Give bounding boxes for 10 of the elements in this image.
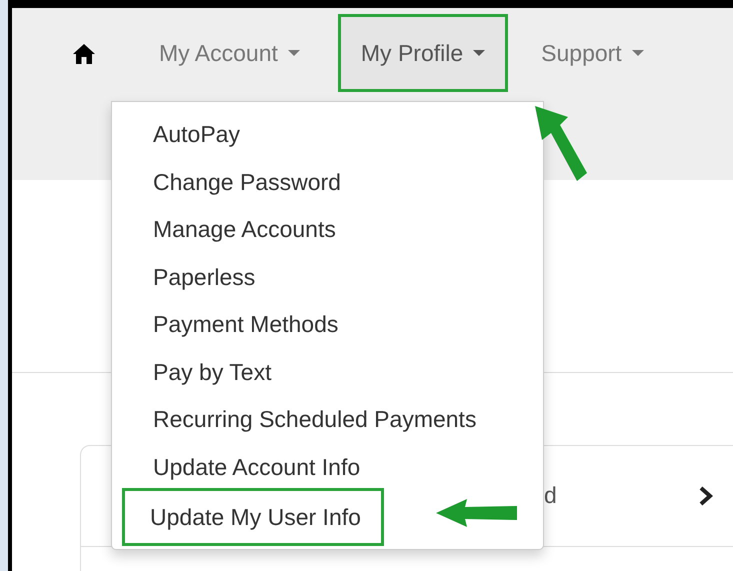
chevron-right-icon[interactable] bbox=[699, 486, 713, 506]
nav-menu-button[interactable]: Support bbox=[518, 14, 667, 92]
nav-menu-button[interactable]: My Account bbox=[136, 14, 323, 92]
caret-icon bbox=[632, 50, 644, 56]
home-icon[interactable] bbox=[72, 43, 96, 65]
caret-icon bbox=[473, 50, 486, 56]
card-title-fragment: d bbox=[544, 482, 557, 509]
caret-icon bbox=[288, 50, 300, 56]
menu-item[interactable]: Update My User Info bbox=[122, 488, 384, 546]
nav-menu-button[interactable]: My Profile bbox=[338, 14, 508, 92]
